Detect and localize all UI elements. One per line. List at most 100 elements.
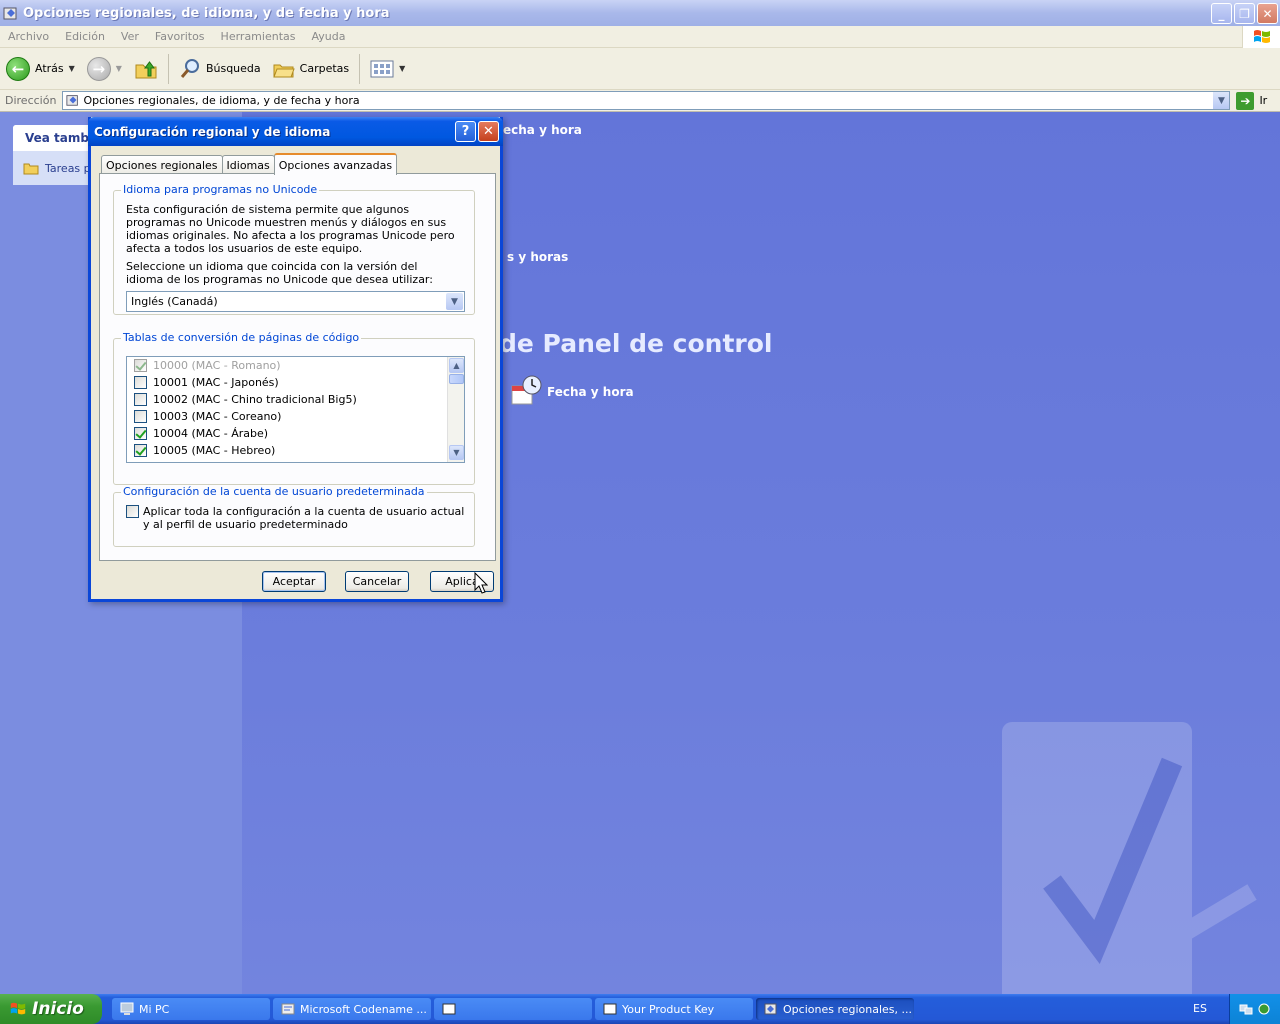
- tab-regional-options[interactable]: Opciones regionales: [101, 155, 223, 174]
- search-button[interactable]: Búsqueda: [173, 52, 267, 86]
- code-page-checkbox[interactable]: [134, 376, 147, 389]
- panel-title: de Panel de control: [499, 329, 773, 358]
- dialog-title: Configuración regional y de idioma: [94, 124, 331, 139]
- address-bar: Dirección Opciones regionales, de idioma…: [0, 90, 1280, 112]
- code-page-checkbox[interactable]: [134, 444, 147, 457]
- forward-button[interactable]: → ▼: [81, 52, 128, 86]
- code-page-checkbox[interactable]: [134, 410, 147, 423]
- cancel-button[interactable]: Cancelar: [345, 571, 409, 592]
- date-time-link[interactable]: Fecha y hora: [547, 385, 634, 399]
- code-page-item[interactable]: 10004 (MAC - Árabe): [127, 425, 464, 442]
- task-label: Microsoft Codename ...: [300, 1002, 427, 1016]
- back-dropdown-icon[interactable]: ▼: [69, 64, 75, 73]
- code-page-checkbox[interactable]: [134, 427, 147, 440]
- task-label: Opciones regionales, ...: [783, 1002, 913, 1016]
- task-product-key[interactable]: Your Product Key: [595, 998, 753, 1020]
- menu-favoritos[interactable]: Favoritos: [147, 30, 213, 43]
- forward-arrow-icon: →: [86, 56, 111, 81]
- language-indicator[interactable]: ES: [1193, 1002, 1207, 1015]
- code-page-label: 10002 (MAC - Chino tradicional Big5): [153, 393, 357, 406]
- code-page-item[interactable]: 10002 (MAC - Chino tradicional Big5): [127, 391, 464, 408]
- back-button[interactable]: ← Atrás ▼: [0, 52, 81, 86]
- address-value: Opciones regionales, de idioma, y de fec…: [83, 94, 360, 107]
- tab-advanced-options[interactable]: Opciones avanzadas: [273, 153, 398, 175]
- partial-heading-date: echa y hora: [503, 123, 582, 137]
- scheduled-tasks-icon: [23, 163, 39, 175]
- code-page-item[interactable]: 10005 (MAC - Hebreo): [127, 442, 464, 459]
- non-unicode-legend: Idioma para programas no Unicode: [121, 183, 320, 196]
- folders-icon: [272, 64, 295, 77]
- non-unicode-language-select[interactable]: Inglés (Canadá) ▼: [126, 291, 465, 312]
- views-button[interactable]: ▼: [364, 52, 411, 86]
- code-page-list[interactable]: 10000 (MAC - Romano) 10001 (MAC - Japonés…: [126, 356, 465, 463]
- default-user-group: Configuración de la cuenta de usuario pr…: [113, 485, 475, 547]
- folders-button[interactable]: Carpetas: [267, 52, 355, 86]
- code-page-group: Tablas de conversión de páginas de códig…: [113, 331, 475, 485]
- views-icon: [370, 60, 394, 77]
- go-button[interactable]: ➔ Ir: [1236, 91, 1268, 110]
- code-page-item[interactable]: 10003 (MAC - Coreano): [127, 408, 464, 425]
- apply-default-user-option[interactable]: Aplicar toda la configuración a la cuent…: [126, 505, 466, 531]
- search-label: Búsqueda: [205, 62, 261, 75]
- code-page-checkbox[interactable]: [134, 393, 147, 406]
- windows-logo-icon: [1242, 26, 1280, 48]
- toolbar: ← Atrás ▼ → ▼ Búsqueda Carpetas ▼: [0, 48, 1280, 90]
- checklist-watermark-icon: [1002, 722, 1257, 994]
- address-dropdown-icon[interactable]: ▼: [1212, 92, 1230, 109]
- network-icon[interactable]: [1239, 1002, 1253, 1016]
- folders-label: Carpetas: [299, 62, 350, 75]
- dialog-titlebar[interactable]: Configuración regional y de idioma ? ✕: [88, 117, 503, 146]
- close-button[interactable]: ✕: [1257, 3, 1278, 24]
- system-tray: [1229, 994, 1280, 1024]
- task-list: Mi PC Microsoft Codename ... Your Produc…: [112, 998, 914, 1020]
- dialog-close-button[interactable]: ✕: [478, 121, 499, 142]
- address-input[interactable]: Opciones regionales, de idioma, y de fec…: [62, 91, 1231, 110]
- minimize-button[interactable]: _: [1211, 3, 1232, 24]
- go-label: Ir: [1259, 94, 1268, 107]
- help-button[interactable]: ?: [455, 121, 476, 142]
- views-dropdown-icon[interactable]: ▼: [399, 64, 405, 73]
- tab-languages[interactable]: Idiomas: [221, 155, 275, 174]
- tab-strip: Opciones regionales Idiomas Opciones ava…: [101, 152, 398, 175]
- non-unicode-group: Idioma para programas no Unicode Esta co…: [113, 183, 475, 315]
- partial-heading-times[interactable]: s y horas: [507, 250, 568, 264]
- window-titlebar[interactable]: Opciones regionales, de idioma, y de fec…: [0, 0, 1280, 26]
- menu-edicion[interactable]: Edición: [57, 30, 113, 43]
- up-folder-button[interactable]: [128, 52, 164, 86]
- code-page-item[interactable]: 10001 (MAC - Japonés): [127, 374, 464, 391]
- tasks-link-label: Tareas p: [45, 161, 91, 175]
- control-panel-icon: [66, 95, 79, 106]
- code-page-label: 10003 (MAC - Coreano): [153, 410, 282, 423]
- menu-ver[interactable]: Ver: [113, 30, 147, 43]
- chevron-down-icon[interactable]: ▼: [446, 293, 463, 310]
- task-untitled[interactable]: [434, 998, 592, 1020]
- code-page-label: 10004 (MAC - Árabe): [153, 427, 269, 440]
- advanced-tab-panel: Idioma para programas no Unicode Esta co…: [99, 173, 496, 561]
- task-my-computer[interactable]: Mi PC: [112, 998, 270, 1020]
- address-label: Dirección: [5, 94, 57, 107]
- code-page-scrollbar[interactable]: ▲ ▼: [447, 357, 464, 462]
- menu-archivo[interactable]: Archivo: [0, 30, 57, 43]
- window-icon: [603, 1003, 617, 1015]
- restore-button[interactable]: ❐: [1234, 3, 1255, 24]
- code-page-checkbox: [134, 359, 147, 372]
- menu-herramientas[interactable]: Herramientas: [213, 30, 304, 43]
- apply-default-user-checkbox[interactable]: [126, 505, 139, 518]
- task-codename[interactable]: Microsoft Codename ...: [273, 998, 431, 1020]
- forward-dropdown-icon[interactable]: ▼: [116, 64, 122, 73]
- menu-ayuda[interactable]: Ayuda: [303, 30, 353, 43]
- ok-button[interactable]: Aceptar: [262, 571, 326, 592]
- selected-language: Inglés (Canadá): [131, 295, 218, 308]
- back-arrow-icon: ←: [6, 56, 30, 81]
- start-button[interactable]: Inicio: [0, 994, 102, 1024]
- toolbar-separator: [167, 53, 169, 84]
- search-icon: [180, 58, 199, 78]
- scroll-down-icon[interactable]: ▼: [449, 445, 464, 460]
- security-icon[interactable]: [1257, 1002, 1271, 1016]
- code-page-label: 10001 (MAC - Japonés): [153, 376, 279, 389]
- scroll-thumb[interactable]: [449, 374, 464, 384]
- task-regional-options[interactable]: Opciones regionales, ...: [756, 998, 914, 1020]
- scroll-up-icon[interactable]: ▲: [449, 358, 464, 373]
- date-time-icon[interactable]: [509, 374, 543, 408]
- non-unicode-description: Esta configuración de sistema permite qu…: [126, 203, 455, 255]
